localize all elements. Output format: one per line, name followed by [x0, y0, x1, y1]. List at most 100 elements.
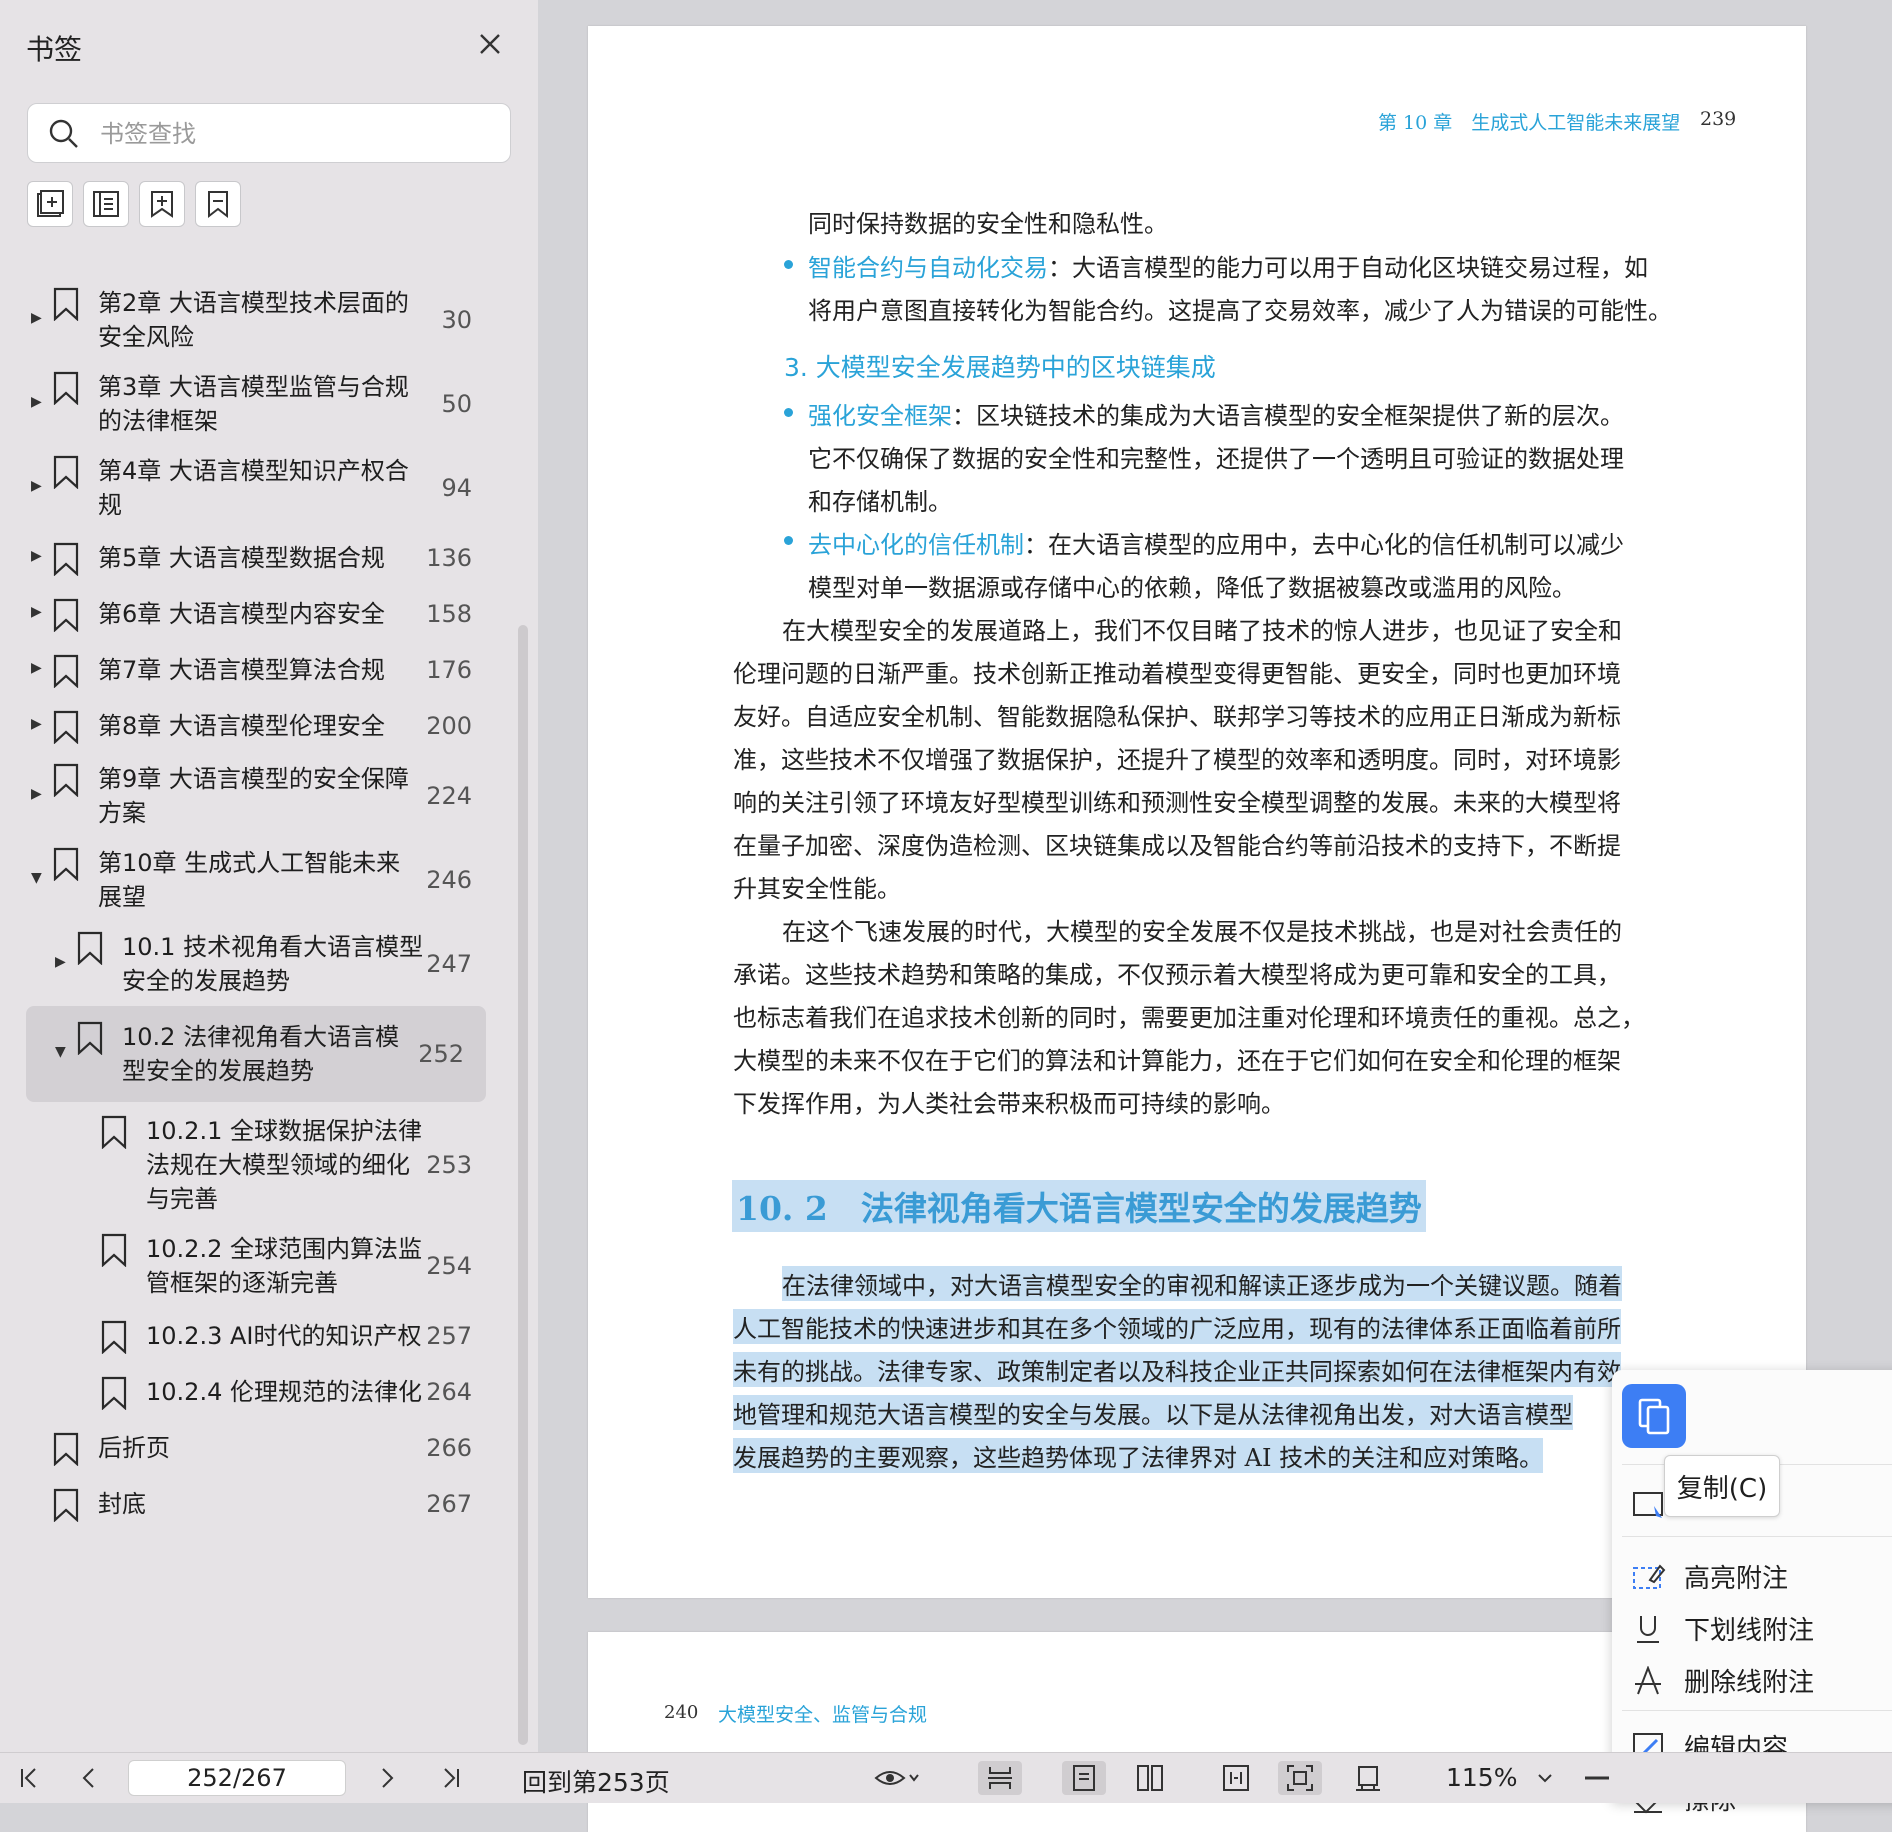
selected-text-line[interactable]: 地管理和规范大语言模型的安全与发展。以下是从法律视角出发，对大语言模型 — [733, 1395, 1573, 1430]
bookmark-item[interactable]: 10.2.2 全球范围内算法监 管框架的逐渐完善 254 — [0, 1224, 520, 1308]
bookmark-item[interactable]: ▶ 第2章 大语言模型技术层面的 安全风险 30 — [0, 278, 520, 362]
expand-arrow-right-icon[interactable]: ▶ — [31, 394, 42, 410]
bookmark-item[interactable]: ▼ 第10章 生成式人工智能未来 展望 246 — [0, 838, 520, 922]
single-page-button[interactable] — [1062, 1761, 1106, 1795]
continuous-scroll-icon — [988, 1767, 1012, 1789]
bookmark-page-number: 176 — [426, 656, 472, 684]
selected-text-line[interactable]: 发展趋势的主要观察，这些趋势体现了法律界对 AI 技术的关注和应对策略。 — [733, 1438, 1544, 1473]
last-page-button[interactable] — [434, 1761, 468, 1795]
bookmark-item[interactable]: ▶ 第3章 大语言模型监管与合规 的法律框架 50 — [0, 362, 520, 446]
strikethrough-annotation-label: 删除线附注 — [1684, 1668, 1815, 1698]
page-number-input[interactable] — [128, 1760, 346, 1796]
fit-width-button[interactable] — [1214, 1761, 1258, 1795]
bookmark-button[interactable] — [195, 181, 241, 227]
expand-arrow-down-icon[interactable]: ▼ — [31, 870, 42, 886]
zoom-out-button[interactable] — [1582, 1761, 1612, 1795]
copy-icon — [1638, 1398, 1670, 1435]
bookmark-item[interactable]: 10.2.3 AI时代的知识产权 257 — [0, 1308, 520, 1364]
expand-arrow-down-icon[interactable]: ▼ — [55, 1044, 66, 1060]
next-page-button[interactable] — [370, 1761, 404, 1795]
highlight-icon — [1633, 1564, 1666, 1589]
close-icon[interactable] — [472, 26, 508, 62]
add-bookmark-icon — [37, 190, 64, 217]
expand-arrow-right-icon[interactable]: ▶ — [31, 478, 42, 494]
view-mode-dropdown[interactable] — [870, 1761, 924, 1795]
bookmark-item[interactable]: 后折页 266 — [0, 1420, 520, 1476]
bookmark-page-number: 247 — [426, 950, 472, 978]
bookmark-search-input[interactable] — [98, 114, 492, 154]
insert-bookmark-button[interactable] — [139, 181, 185, 227]
zoom-level[interactable]: 115% — [1446, 1763, 1517, 1792]
text-line: 在大模型安全的发展道路上，我们不仅目睹了技术的惊人进步，也见证了安全和 — [782, 617, 1622, 645]
bookmark-page-number: 246 — [426, 866, 472, 894]
bookmark-item[interactable]: ▶ 第8章 大语言模型伦理安全 200 — [0, 698, 520, 754]
bullet-term: 强化安全框架 — [808, 402, 952, 430]
text-line: 也标志着我们在追求技术创新的同时，需要更加注重对伦理和环境责任的重视。总之， — [733, 1004, 1645, 1032]
bookmark-label: 方案 — [98, 799, 146, 827]
last-page-icon — [444, 1768, 459, 1788]
bookmark-item[interactable]: 封底 267 — [0, 1476, 520, 1532]
bookmark-item[interactable]: 10.2.4 伦理规范的法律化 264 — [0, 1364, 520, 1420]
selected-text-line[interactable]: 人工智能技术的快速进步和其在多个领域的广泛应用，现有的法律体系正面临着前所 — [733, 1309, 1621, 1344]
strikethrough-annotation-item[interactable]: 删除线附注 — [1612, 1654, 1892, 1704]
add-bookmark-button[interactable] — [27, 181, 73, 227]
menu-divider — [1622, 1536, 1892, 1537]
bookmark-item[interactable]: ▶ 第4章 大语言模型知识产权合规 94 — [0, 446, 520, 530]
text-line: 响的关注引领了环境友好型模型训练和预测性安全模型调整的发展。未来的大模型将 — [733, 789, 1621, 817]
highlight-annotation-item[interactable]: 高亮附注 — [1612, 1550, 1892, 1600]
bookmark-label: 第8章 大语言模型伦理安全 — [98, 712, 385, 740]
bookmark-label: 10.2.2 全球范围内算法监 — [146, 1235, 422, 1263]
bookmark-icon — [53, 455, 79, 489]
bookmark-label: 型安全的发展趋势 — [122, 1057, 314, 1085]
zoom-dropdown-button[interactable] — [1530, 1761, 1560, 1795]
section-title-selected[interactable]: 10. 2 法律视角看大语言模型安全的发展趋势 — [732, 1180, 1426, 1232]
page-header-number: 239 — [1700, 108, 1737, 130]
bookmark-item[interactable]: ▼ 10.2 法律视角看大语言模 型安全的发展趋势 252 — [26, 1006, 486, 1102]
add-child-bookmark-button[interactable] — [83, 181, 129, 227]
bullet-term: 智能合约与自动化交易 — [808, 254, 1048, 282]
expand-arrow-right-icon[interactable]: ▶ — [31, 716, 42, 732]
rotate-view-button[interactable] — [1346, 1761, 1390, 1795]
prev-page-button[interactable] — [72, 1761, 106, 1795]
bookmark-item[interactable]: ▶ 第7章 大语言模型算法合规 176 — [0, 642, 520, 698]
bookmark-item[interactable]: ▶ 第6章 大语言模型内容安全 158 — [0, 586, 520, 642]
bookmark-sidebar: 书签 ▶ 第2章 大语言模型技术层面的安全风险 30 ▶ 第3章 大语言模型监管与合规的… — [0, 0, 539, 1752]
bookmark-item[interactable]: ▶ 第9章 大语言模型的安全保障 方案 224 — [0, 754, 520, 838]
bookmark-item[interactable]: ▶ 10.1 技术视角看大语言模型 安全的发展趋势 247 — [0, 922, 520, 1006]
text-line: 将用户意图直接转化为智能合约。这提高了交易效率，减少了人为错误的可能性。 — [808, 297, 1672, 325]
child-bookmark-icon — [93, 191, 119, 217]
bookmark-label: 10.1 技术视角看大语言模型 — [122, 933, 424, 961]
expand-arrow-right-icon[interactable]: ▶ — [31, 660, 42, 676]
bookmark-page-number: 136 — [426, 544, 472, 572]
underline-annotation-item[interactable]: 下划线附注 — [1612, 1602, 1892, 1652]
bookmark-icon — [101, 1115, 127, 1149]
bookmark-icon — [101, 1233, 127, 1267]
expand-arrow-right-icon[interactable]: ▶ — [31, 548, 42, 564]
selected-text-line[interactable]: 未有的挑战。法律专家、政策制定者以及科技企业正共同探索如何在法律框架内有效 — [733, 1352, 1621, 1387]
bookmark-item[interactable]: 10.2.1 全球数据保护法律 法规在大模型领域的细化 与完善 253 — [0, 1106, 520, 1224]
bookmark-page-number: 50 — [441, 390, 472, 418]
expand-arrow-right-icon[interactable]: ▶ — [31, 786, 42, 802]
fit-page-button[interactable] — [1278, 1761, 1322, 1795]
expand-arrow-right-icon[interactable]: ▶ — [55, 954, 66, 970]
expand-arrow-right-icon[interactable]: ▶ — [31, 310, 42, 326]
bookmark-item[interactable]: ▶ 第5章 大语言模型数据合规 136 — [0, 530, 520, 586]
sidebar-scrollbar[interactable] — [518, 625, 528, 1745]
bookmark-page-number: 252 — [418, 1040, 464, 1068]
two-page-button[interactable] — [1128, 1761, 1172, 1795]
underline-annotation-label: 下划线附注 — [1684, 1616, 1815, 1646]
continuous-scroll-button[interactable] — [978, 1761, 1022, 1795]
first-page-button[interactable] — [12, 1761, 46, 1795]
selected-text-line[interactable]: 在法律领域中，对大语言模型安全的审视和解读正逐步成为一个关键议题。随着 — [782, 1266, 1622, 1301]
expand-arrow-right-icon[interactable]: ▶ — [31, 604, 42, 620]
bookmark-label: 与完善 — [146, 1185, 218, 1213]
minus-icon — [1585, 1776, 1609, 1780]
text-line: 准，这些技术不仅增强了数据保护，还提升了模型的效率和透明度。同时，对环境影 — [733, 746, 1621, 774]
rotate-icon — [1356, 1766, 1380, 1791]
bullet-text: ：大语言模型的能力可以用于自动化区块链交易过程，如 — [1048, 254, 1648, 282]
copy-button[interactable] — [1622, 1384, 1686, 1448]
single-page-icon — [1073, 1765, 1095, 1791]
strikethrough-icon — [1635, 1666, 1661, 1695]
goto-page-link[interactable]: 回到第253页 — [522, 1763, 670, 1799]
menu-divider — [1622, 1710, 1892, 1711]
